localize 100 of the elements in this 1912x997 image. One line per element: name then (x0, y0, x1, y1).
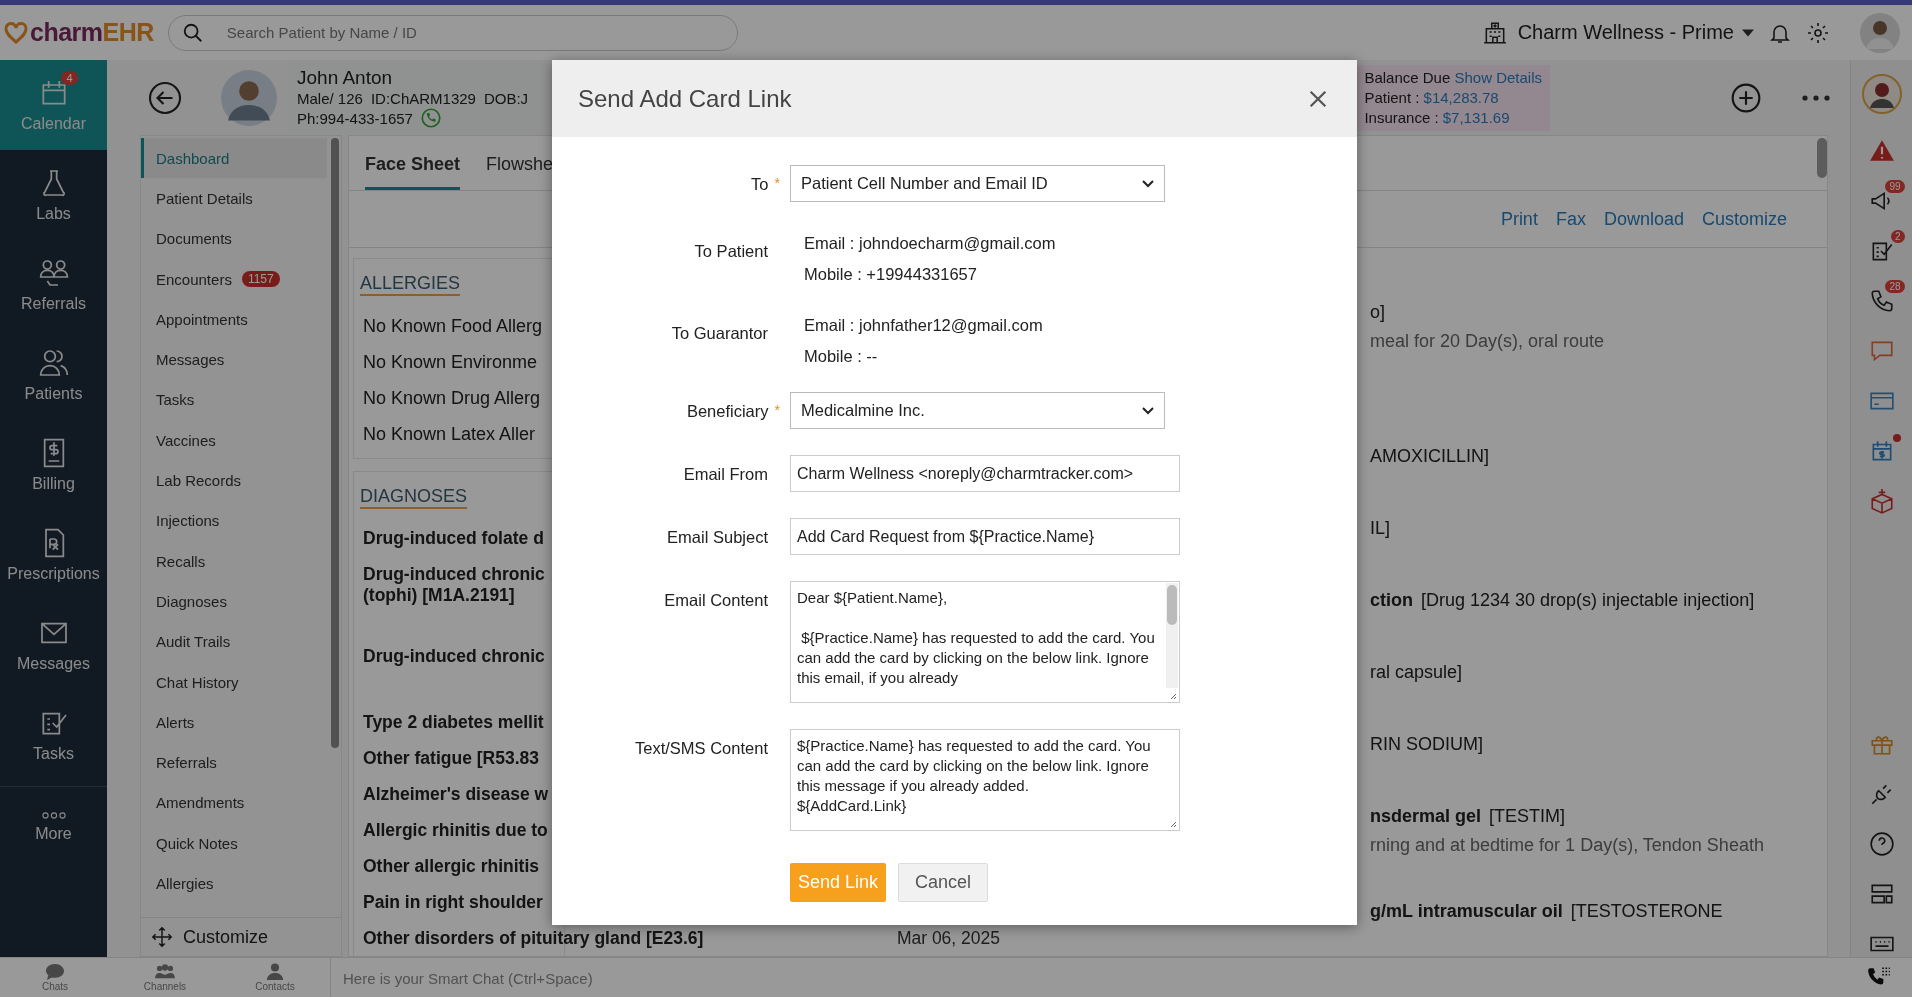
action-link[interactable]: Fax (1555, 208, 1586, 230)
patient-id: ID:ChARM1329 (370, 90, 476, 107)
submenu-item[interactable]: Quick Notes (141, 823, 327, 864)
balance-label: Patient : (1364, 88, 1420, 106)
diagnosis-item: Allergic rhinitis due to (363, 820, 548, 842)
submenu-item[interactable]: Chat History (141, 661, 327, 703)
help-icon[interactable] (1868, 831, 1895, 857)
notification-badge: 28 (1885, 280, 1905, 293)
contact-detail: Email : johndoecharm@gmail.com (804, 234, 1057, 253)
submenu-item[interactable]: Tasks (141, 379, 327, 421)
nav-item[interactable]: More (0, 786, 107, 867)
chat-tab[interactable]: Contacts (220, 958, 330, 997)
submenu-item[interactable]: Documents (141, 218, 327, 259)
action-link[interactable]: Customize (1701, 208, 1787, 230)
text-field[interactable]: Charm Wellness <noreply@charmtracker.com> (790, 455, 1180, 492)
submenu-item[interactable]: Audit Trails (141, 621, 327, 662)
medication-directions: meal for 20 Day(s), oral route (1370, 331, 1606, 352)
nav-item[interactable]: Tasks (0, 690, 107, 780)
action-link[interactable]: Download (1603, 208, 1684, 230)
medication-drug: RIN SODIUM] (1370, 734, 1483, 755)
medication-name: ction (1370, 590, 1413, 611)
settings-icon[interactable] (1806, 20, 1830, 45)
smart-chat-field[interactable]: Here is your Smart Chat (Ctrl+Space) (330, 958, 1846, 997)
medication-drug: [TESTOSTERONE (1570, 901, 1723, 922)
medication-directions: rning and at bedtime for 1 Day(s), Tendon Sheath (1370, 835, 1765, 856)
submenu-item[interactable]: Lab Records (141, 460, 327, 501)
submenu-item[interactable]: Vaccines (141, 420, 327, 461)
submenu-item[interactable]: Recalls (141, 540, 327, 582)
dialpad-phone-icon[interactable] (1846, 958, 1912, 997)
diagnosis-item: Drug-induced folate d (363, 528, 544, 550)
dropdown-field[interactable]: Patient Cell Number and Email ID (790, 165, 1165, 202)
patient-dob: DOB:J (483, 90, 529, 107)
add-icon[interactable] (1730, 81, 1762, 114)
tab[interactable]: Flowshe (486, 154, 554, 190)
diagnosis-item: Drug-induced chronic (tophi) [M1A.2191] (363, 564, 545, 607)
text-area-field[interactable]: Dear ${Patient.Name}, ${Practice.Name} has requested to add the card. You can add the card by clicking on the below link. Ignore this email, if you already (790, 581, 1180, 703)
text-area-field[interactable]: ${Practice.Name} has requested to add the card. You can add the card by clicking on the below link. Ignore this message if you already added. ${AddCard.Link} (790, 729, 1180, 831)
practice-selector[interactable]: Charm Wellness - Prime (1517, 21, 1734, 44)
medication-name: g/mL intramuscular oil (1370, 901, 1563, 922)
balance-label: Insurance : (1364, 108, 1439, 126)
user-avatar[interactable] (1860, 12, 1900, 53)
submenu-item[interactable]: Amendments (141, 782, 327, 824)
required-mark: * (774, 175, 780, 191)
nav-item[interactable]: Labs (0, 150, 107, 240)
nav-item[interactable]: Messages (0, 600, 107, 690)
submenu-item[interactable]: Injections (141, 500, 327, 541)
dropdown-field[interactable]: Medicalmine Inc. (790, 392, 1165, 429)
chat-tab[interactable]: Chats (0, 958, 110, 997)
text-field[interactable]: Add Card Request from ${Practice.Name} (790, 518, 1180, 555)
submenu-item[interactable]: Patient Details (141, 178, 327, 219)
medication-drug: AMOXICILLIN] (1370, 446, 1490, 467)
submenu-item[interactable]: Allergies (141, 863, 327, 904)
scrollbar-thumb[interactable] (331, 138, 339, 748)
scrollbar-thumb[interactable] (1817, 138, 1827, 178)
back-icon[interactable] (147, 79, 183, 116)
diagnosis-date: Mar 06, 2025 (896, 928, 1000, 950)
contact-detail: Mobile : -- (804, 347, 879, 366)
submenu-item[interactable]: Diagnoses (141, 581, 327, 622)
nav-item[interactable]: Patients (0, 330, 107, 420)
app-logo: charmEHR (30, 18, 154, 47)
more-options-icon[interactable] (1802, 94, 1830, 101)
medical-box-icon[interactable] (1868, 488, 1895, 514)
required-mark: * (774, 402, 780, 418)
notification-badge: 2 (1890, 230, 1905, 243)
field-label: To Guarantor (671, 324, 768, 343)
chat-tab[interactable]: Channels (110, 958, 220, 997)
field-label: To Patient (694, 242, 768, 261)
diagnosis-item: Other disorders of pituitary gland [E23.6] (363, 928, 704, 950)
phone-icon[interactable] (1868, 288, 1895, 314)
search-field[interactable]: Search Patient by Name / ID (167, 14, 738, 51)
submenu-item[interactable]: Dashboard (141, 138, 327, 179)
balance-title: Balance Due (1364, 68, 1451, 86)
diagnosis-item: Alzheimer's disease w (363, 784, 549, 806)
patient-phone: Ph:994-433-1657 (297, 109, 413, 127)
staff-avatar[interactable] (1861, 74, 1902, 114)
search-icon (181, 21, 204, 44)
resize-grip-icon (1169, 820, 1177, 828)
nav-item[interactable]: Billing (0, 420, 107, 510)
people-icon (37, 257, 70, 289)
count-badge: 1157 (241, 271, 280, 288)
alert-icon[interactable] (1868, 138, 1895, 164)
field-label: Email Content (664, 591, 768, 610)
nav-item[interactable]: 4 Calendar (0, 60, 107, 150)
caret-icon (1742, 28, 1754, 37)
submenu-item[interactable]: Messages (141, 339, 327, 380)
submenu-item[interactable]: Referrals (141, 742, 327, 783)
field-label: Email From (683, 465, 768, 484)
action-link[interactable]: Print (1500, 208, 1538, 230)
allergy-item: No Known Food Allerg (362, 315, 544, 338)
submenu-item[interactable]: Appointments (141, 299, 327, 340)
nav-item[interactable]: Referrals (0, 240, 107, 330)
allergy-item: No Known Latex Aller (362, 423, 537, 446)
allergy-item: No Known Environme (362, 351, 539, 374)
show-details-link[interactable]: Show Details (1454, 68, 1542, 86)
submenu-item[interactable]: Encounters 1157 (141, 258, 327, 300)
submenu-item[interactable]: Alerts (141, 702, 327, 743)
cancel-button[interactable]: Cancel (898, 863, 989, 902)
nav-item[interactable]: Prescriptions (0, 510, 107, 600)
scrollbar-thumb[interactable] (1167, 585, 1177, 625)
tab[interactable]: Face Sheet (365, 154, 461, 190)
